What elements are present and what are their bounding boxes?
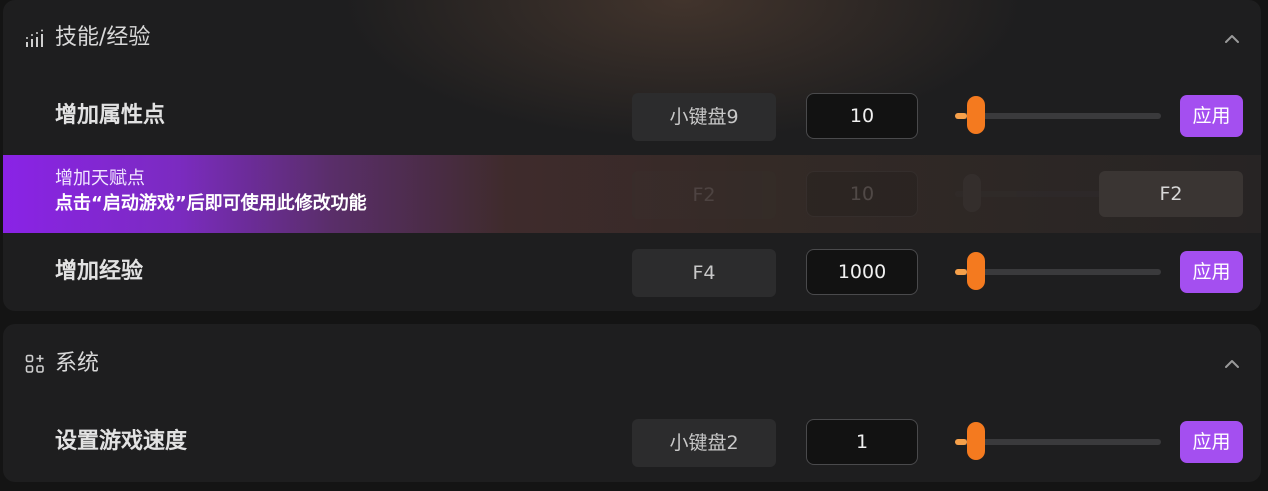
system-section: 系统 设置游戏速度 小键盘2 1 应用 bbox=[3, 324, 1261, 482]
slider-fill bbox=[955, 113, 967, 119]
bar-chart-icon bbox=[26, 29, 43, 47]
experience-value-input[interactable]: 1000 bbox=[806, 249, 918, 295]
talent-points-row: F2 10 增加天赋点 点击“启动游戏”后即可使用此修改功能 F2 bbox=[3, 155, 1261, 233]
game-speed-value-input[interactable]: 1 bbox=[806, 419, 918, 465]
attribute-points-hotkey[interactable]: 小键盘9 bbox=[632, 93, 776, 141]
locked-hint: 点击“启动游戏”后即可使用此修改功能 bbox=[55, 193, 367, 214]
system-section-header[interactable]: 系统 bbox=[3, 324, 1261, 402]
talent-points-hotkey: F2 bbox=[632, 171, 776, 219]
talent-points-label: 增加天赋点 bbox=[55, 168, 145, 189]
slider-thumb[interactable] bbox=[967, 252, 985, 290]
chevron-up-icon[interactable] bbox=[1221, 28, 1243, 50]
attribute-points-apply-button[interactable]: 应用 bbox=[1180, 95, 1243, 137]
slider-thumb[interactable] bbox=[967, 96, 985, 134]
game-speed-apply-button[interactable]: 应用 bbox=[1180, 421, 1243, 463]
slider-fill bbox=[955, 439, 967, 445]
experience-label: 增加经验 bbox=[55, 259, 144, 284]
experience-slider[interactable] bbox=[955, 252, 1161, 290]
game-speed-label: 设置游戏速度 bbox=[55, 429, 188, 454]
game-speed-hotkey[interactable]: 小键盘2 bbox=[632, 419, 776, 467]
attribute-points-value-input[interactable]: 10 bbox=[806, 93, 918, 139]
attribute-points-slider[interactable] bbox=[955, 96, 1161, 134]
game-speed-row: 设置游戏速度 小键盘2 1 应用 bbox=[3, 403, 1261, 481]
talent-points-value-input: 10 bbox=[806, 171, 918, 217]
skills-section: 技能/经验 增加属性点 小键盘9 10 应用 F2 10 增加天赋点 点击“启动… bbox=[3, 0, 1261, 311]
experience-hotkey[interactable]: F4 bbox=[632, 249, 776, 297]
skills-section-header[interactable]: 技能/经验 bbox=[3, 0, 1261, 76]
slider-fill bbox=[955, 269, 967, 275]
grid-add-icon bbox=[25, 354, 44, 373]
chevron-up-icon[interactable] bbox=[1221, 353, 1243, 375]
slider-thumb bbox=[963, 174, 981, 212]
talent-points-f2-button[interactable]: F2 bbox=[1099, 171, 1243, 217]
experience-apply-button[interactable]: 应用 bbox=[1180, 251, 1243, 293]
system-section-title: 系统 bbox=[55, 351, 100, 376]
attribute-points-row: 增加属性点 小键盘9 10 应用 bbox=[3, 77, 1261, 155]
attribute-points-label: 增加属性点 bbox=[55, 103, 166, 128]
experience-row: 增加经验 F4 1000 应用 bbox=[3, 233, 1261, 311]
game-speed-slider[interactable] bbox=[955, 422, 1161, 460]
slider-thumb[interactable] bbox=[967, 422, 985, 460]
talent-points-text: 增加天赋点 点击“启动游戏”后即可使用此修改功能 bbox=[55, 167, 367, 217]
skills-section-title: 技能/经验 bbox=[55, 25, 151, 50]
